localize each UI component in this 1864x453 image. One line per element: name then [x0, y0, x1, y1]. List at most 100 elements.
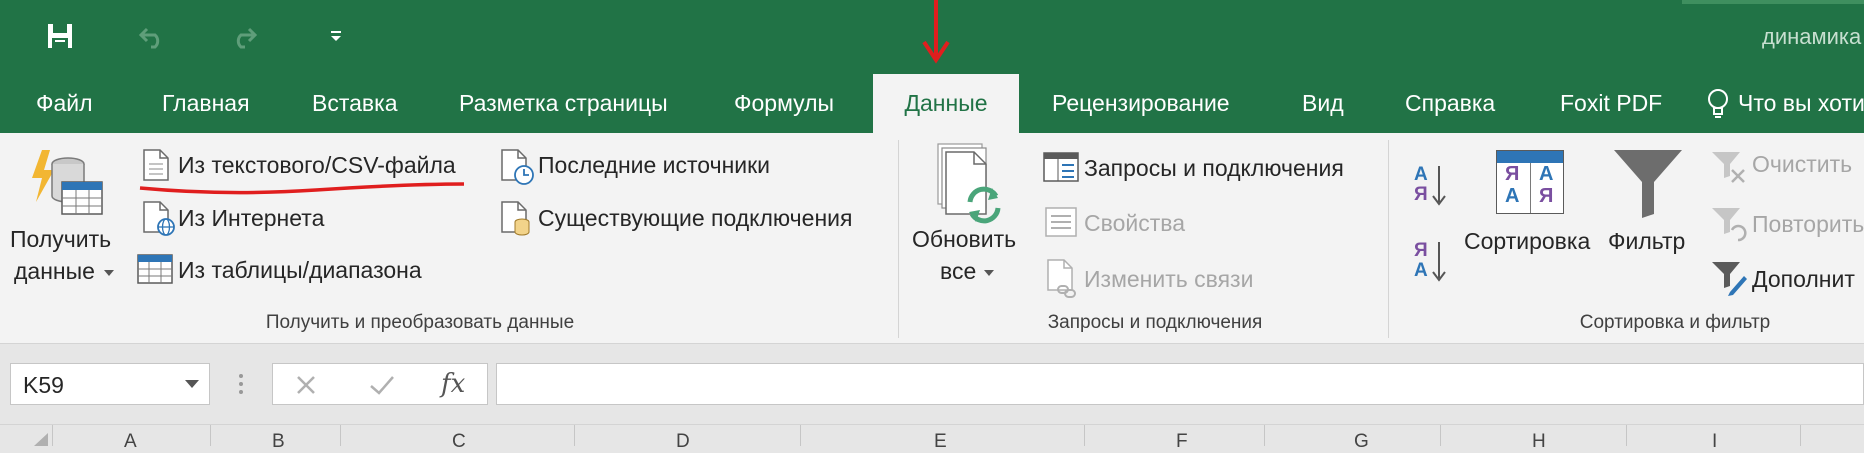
- sort-button[interactable]: Я А А Я Сортировка: [1460, 146, 1590, 256]
- group-separator: [1388, 140, 1389, 338]
- red-underline-annotation: [139, 182, 465, 195]
- tell-me-search[interactable]: Что вы хоти: [1738, 74, 1864, 133]
- queries-pane-icon: [1043, 152, 1079, 182]
- window-title: динамика: [1762, 24, 1862, 49]
- from-text-csv-label: Из текстового/CSV-файла: [178, 152, 456, 178]
- column-header-i[interactable]: I: [1712, 431, 1717, 453]
- clear-filter-button[interactable]: Очистить: [1708, 148, 1864, 186]
- save-button[interactable]: [38, 18, 82, 54]
- filter-funnel-icon: [1614, 150, 1682, 218]
- customize-qat-button[interactable]: [316, 18, 356, 54]
- advanced-filter-button[interactable]: Дополнит: [1708, 258, 1864, 298]
- sort-down-arrow-icon: [1432, 242, 1446, 282]
- tab-help[interactable]: Справка: [1405, 74, 1495, 133]
- chevron-down-icon[interactable]: [185, 380, 199, 388]
- refresh-all-icon: [937, 143, 1001, 224]
- tab-page-layout[interactable]: Разметка страницы: [459, 74, 668, 133]
- get-data-label-2: данные: [14, 258, 95, 284]
- from-web-button[interactable]: Из Интернета: [136, 200, 366, 236]
- sort-icon-letter: Я: [1505, 163, 1520, 185]
- tab-insert[interactable]: Вставка: [312, 74, 398, 133]
- from-table-button[interactable]: Из таблицы/диапазона: [136, 252, 446, 288]
- sort-z-to-a-button[interactable]: Я А: [1408, 238, 1454, 286]
- column-header-b[interactable]: B: [272, 431, 285, 453]
- sort-dialog-icon: Я А А Я: [1496, 150, 1564, 214]
- queries-connections-label: Запросы и подключения: [1084, 155, 1344, 181]
- edit-links-label: Изменить связи: [1084, 266, 1254, 292]
- group-label-get-transform: Получить и преобразовать данные: [265, 312, 575, 333]
- existing-connections-label: Существующие подключения: [538, 205, 853, 231]
- reapply-filter-button[interactable]: Повторить: [1708, 204, 1864, 242]
- name-box-value: K59: [23, 372, 64, 398]
- recent-sources-button[interactable]: Последние источники: [496, 148, 796, 185]
- cancel-icon[interactable]: [295, 374, 317, 396]
- existing-connections-button[interactable]: Существующие подключения: [496, 200, 876, 236]
- database-lightning-icon: [32, 150, 103, 215]
- properties-button[interactable]: Свойства: [1040, 206, 1260, 242]
- formula-buttons: fx: [272, 363, 488, 405]
- recent-sources-label: Последние источники: [538, 152, 771, 178]
- undo-icon: [138, 27, 160, 49]
- sort-a-to-z-button[interactable]: А Я: [1408, 162, 1454, 210]
- tab-formulas[interactable]: Формулы: [734, 74, 834, 133]
- existing-connections-icon: [501, 201, 530, 236]
- sort-down-arrow-icon: [1432, 166, 1446, 206]
- recent-sources-icon: [501, 149, 534, 185]
- insert-function-button[interactable]: fx: [441, 369, 465, 399]
- queries-connections-button[interactable]: Запросы и подключения: [1040, 150, 1370, 186]
- column-header-c[interactable]: C: [452, 431, 466, 453]
- redo-icon: [236, 27, 258, 49]
- column-header-h[interactable]: H: [1532, 431, 1546, 453]
- column-header-f[interactable]: F: [1176, 431, 1188, 453]
- formula-bar-resize-handle[interactable]: [238, 372, 244, 396]
- filter-label: Фильтр: [1608, 228, 1686, 254]
- undo-button[interactable]: [130, 18, 174, 54]
- chevron-down-icon: [984, 270, 994, 276]
- tab-review[interactable]: Рецензирование: [1052, 74, 1230, 133]
- refresh-all-label-2: все: [940, 258, 977, 284]
- edit-links-button[interactable]: Изменить связи: [1040, 258, 1290, 300]
- name-box[interactable]: K59: [10, 363, 210, 405]
- save-icon: [48, 24, 72, 48]
- properties-label: Свойства: [1084, 210, 1185, 236]
- clear-label: Очистить: [1752, 151, 1853, 177]
- chevron-down-icon: [104, 270, 114, 276]
- clear-filter-icon: [1712, 152, 1745, 183]
- refresh-all-button[interactable]: Обновить все: [906, 142, 1022, 290]
- from-web-label: Из Интернета: [178, 205, 325, 231]
- advanced-filter-icon: [1712, 262, 1747, 296]
- customize-qat-icon: [331, 31, 341, 41]
- column-header-e[interactable]: E: [934, 431, 947, 453]
- get-data-button[interactable]: Получить данные: [6, 146, 122, 290]
- redo-button[interactable]: [222, 18, 266, 54]
- sort-za-top-letter: Я: [1414, 240, 1428, 261]
- filter-button[interactable]: Фильтр: [1602, 146, 1694, 256]
- web-file-icon: [143, 201, 175, 236]
- sort-za-bottom-letter: А: [1414, 260, 1428, 281]
- tab-home[interactable]: Главная: [162, 74, 250, 133]
- reapply-filter-icon: [1712, 208, 1747, 242]
- column-header-a[interactable]: A: [124, 431, 137, 453]
- formula-input[interactable]: [496, 363, 1864, 405]
- select-all-triangle[interactable]: [34, 433, 48, 446]
- tab-foxit-pdf[interactable]: Foxit PDF: [1560, 74, 1662, 133]
- edit-links-icon: [1047, 259, 1076, 298]
- tab-data[interactable]: Данные: [873, 74, 1019, 133]
- column-header-row: A B C D E F G H I: [0, 424, 1864, 452]
- sort-az-bottom-letter: Я: [1414, 184, 1428, 205]
- sort-icon-letter: А: [1505, 185, 1520, 207]
- enter-check-icon[interactable]: [369, 374, 395, 396]
- sort-az-top-letter: А: [1414, 164, 1428, 185]
- properties-icon: [1045, 207, 1077, 237]
- refresh-all-label-1: Обновить: [912, 226, 1017, 252]
- tab-file[interactable]: Файл: [36, 74, 93, 133]
- group-separator: [898, 140, 899, 338]
- column-header-g[interactable]: G: [1354, 431, 1369, 453]
- sort-icon-letter: А: [1539, 163, 1554, 185]
- column-header-d[interactable]: D: [676, 431, 690, 453]
- red-arrow-annotation: [922, 0, 950, 64]
- tab-view[interactable]: Вид: [1302, 74, 1344, 133]
- group-label-sort-filter: Сортировка и фильтр: [1579, 312, 1771, 333]
- sort-label: Сортировка: [1464, 228, 1591, 254]
- from-table-label: Из таблицы/диапазона: [178, 257, 422, 283]
